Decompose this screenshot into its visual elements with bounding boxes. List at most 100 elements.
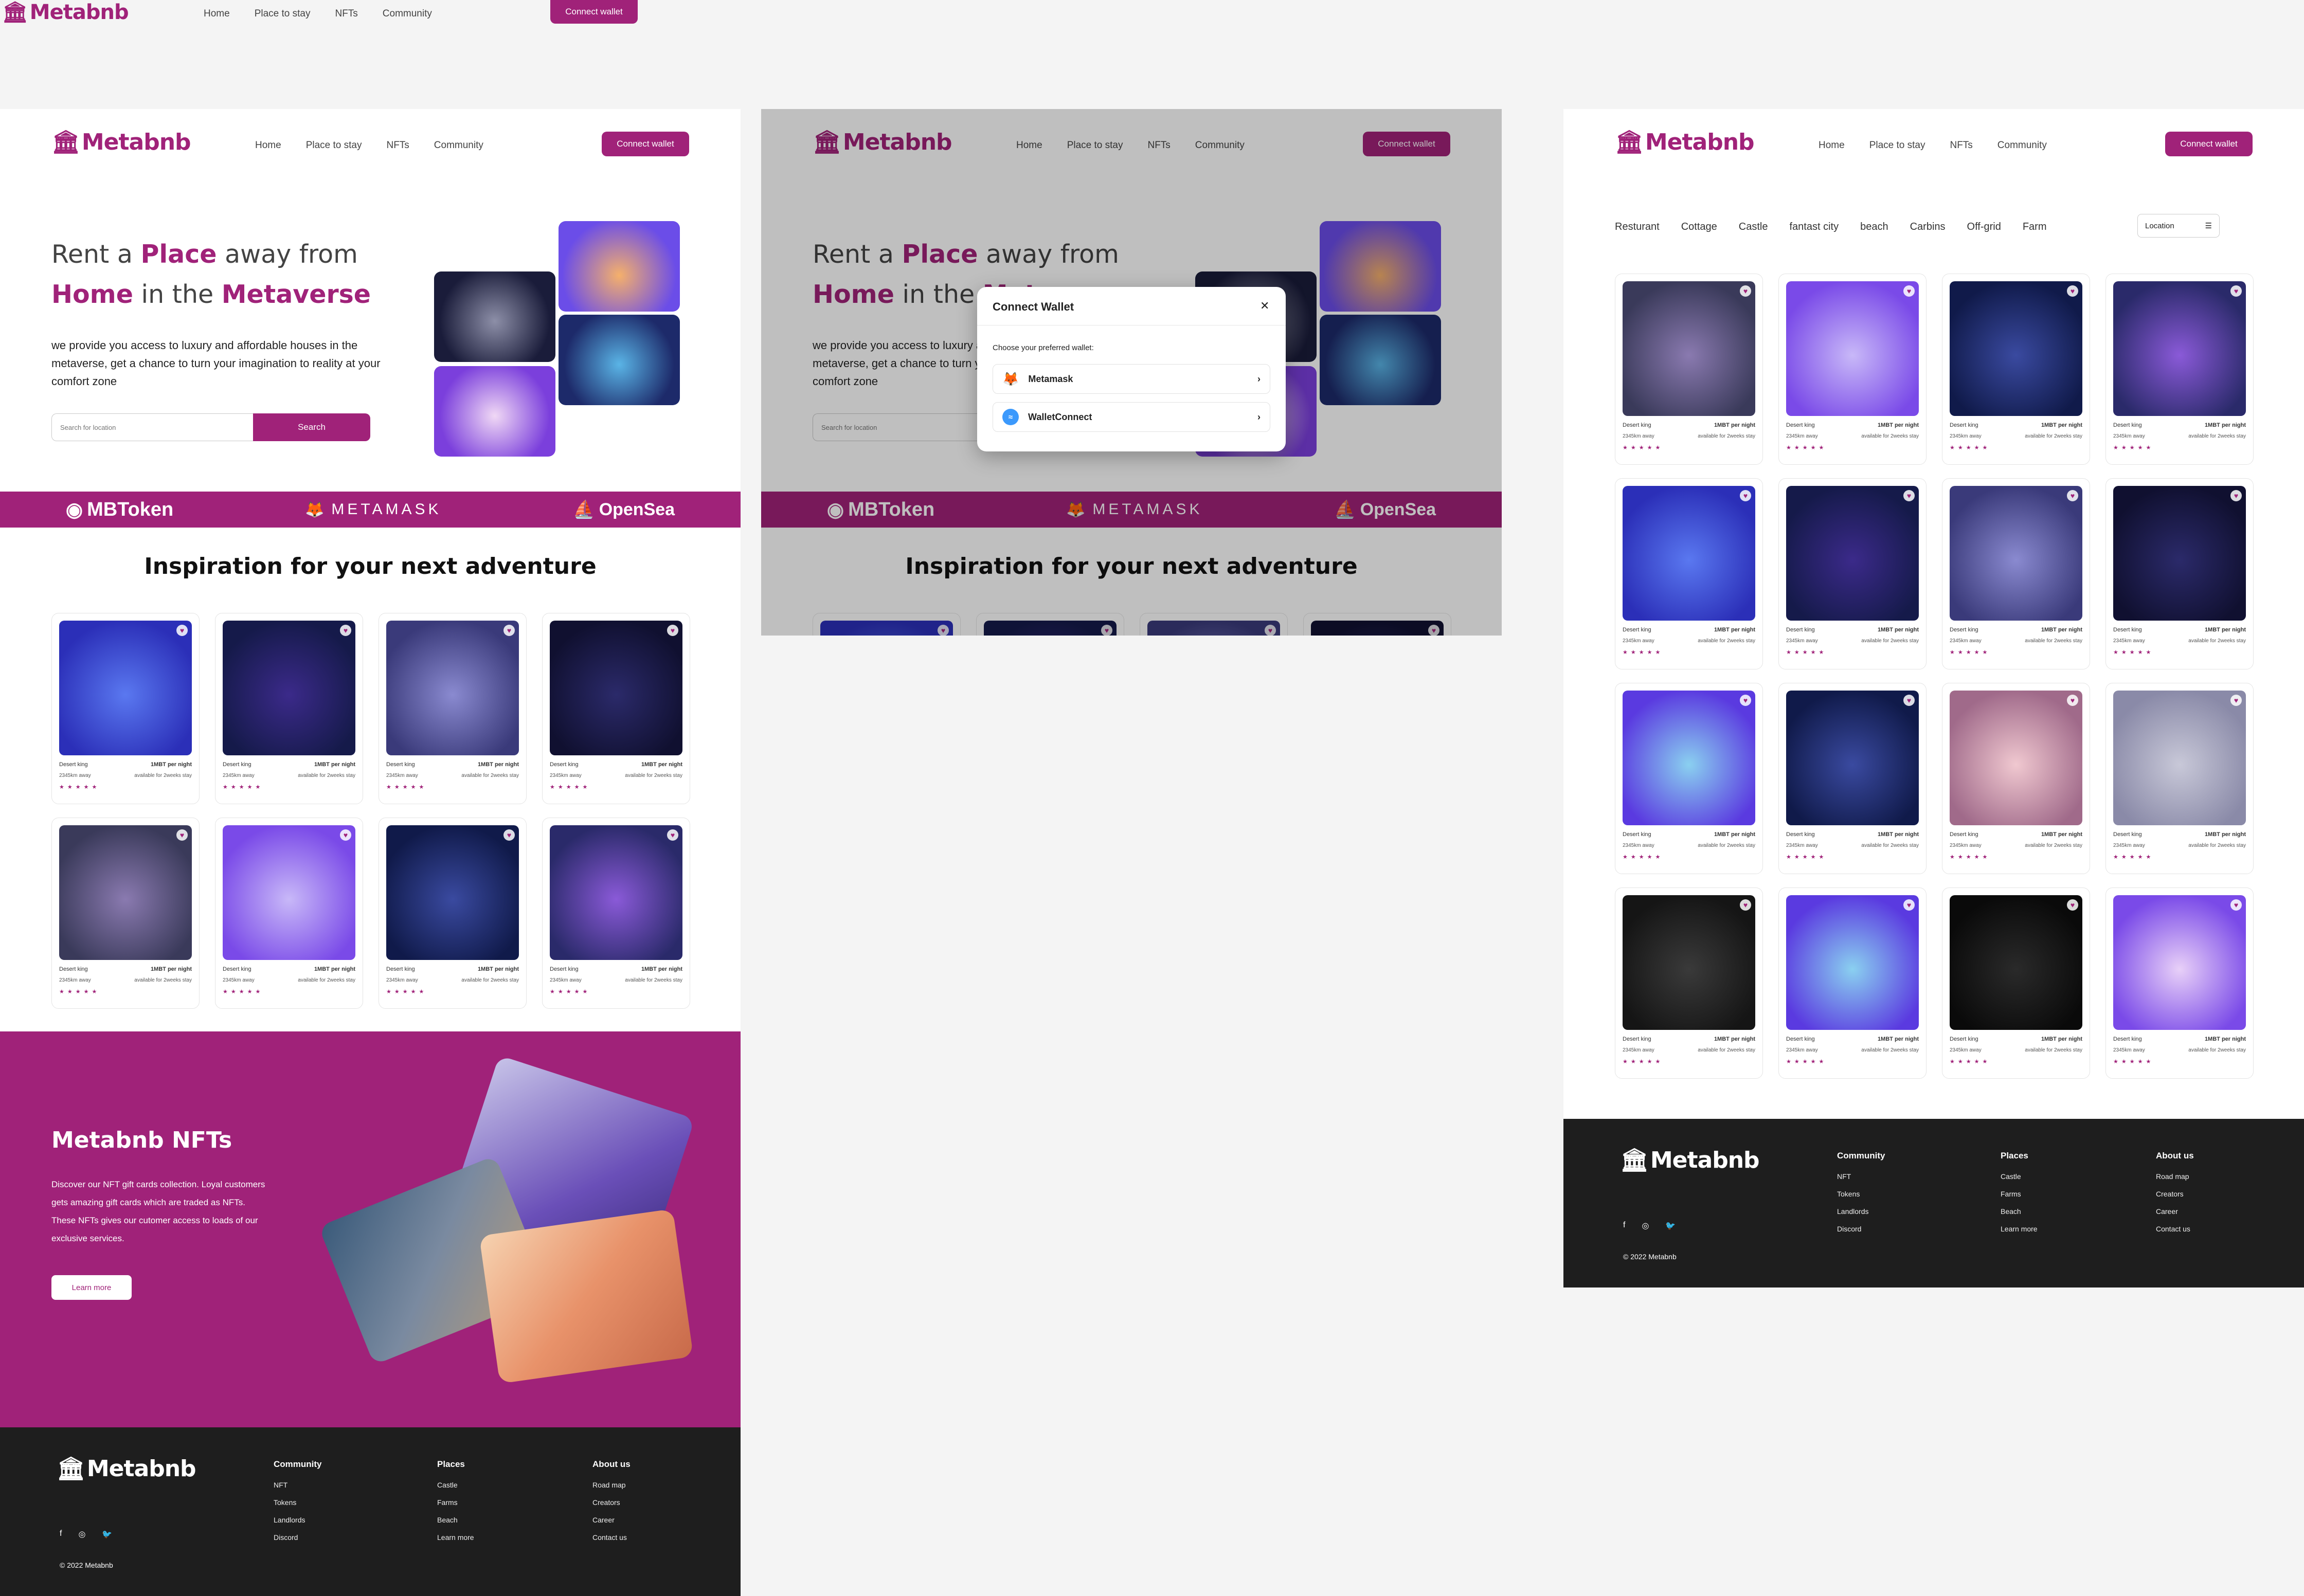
filter-off-grid[interactable]: Off-grid <box>1967 221 2001 233</box>
footer-link[interactable]: Career <box>592 1516 631 1524</box>
instagram-icon[interactable]: ◎ <box>78 1529 85 1539</box>
twitter-icon[interactable]: 🐦 <box>102 1529 112 1539</box>
nav-place-to-stay[interactable]: Place to stay <box>306 140 362 151</box>
heart-icon[interactable]: ♥ <box>667 625 678 636</box>
wallet-option-metamask[interactable]: 🦊 Metamask › <box>993 364 1270 394</box>
listing-card[interactable]: ♥ Desert king 1MBT per night 2345km away ava… <box>542 613 690 804</box>
nav-place-to-stay[interactable]: Place to stay <box>1869 140 1925 151</box>
footer-link[interactable]: Farms <box>437 1498 474 1507</box>
footer-link[interactable]: Creators <box>592 1498 631 1507</box>
heart-icon[interactable]: ♥ <box>1740 490 1751 501</box>
top-logo[interactable]: 🏛 Metabnb <box>2 0 129 25</box>
heart-icon[interactable]: ♥ <box>1740 695 1751 706</box>
instagram-icon[interactable]: ◎ <box>1642 1221 1649 1231</box>
listing-card[interactable]: ♥ Desert king 1MBT per night 2345km away ava… <box>1942 274 2090 465</box>
heart-icon[interactable]: ♥ <box>1903 490 1915 501</box>
footer-link[interactable]: Road map <box>2156 1172 2194 1181</box>
heart-icon[interactable]: ♥ <box>2067 490 2078 501</box>
filter-beach[interactable]: beach <box>1860 221 1888 233</box>
listing-card[interactable]: ♥ Desert king 1MBT per night 2345km away ava… <box>1942 478 2090 669</box>
listing-card[interactable]: ♥ Desert king 1MBT per night 2345km away ava… <box>1778 274 1927 465</box>
heart-icon[interactable]: ♥ <box>2067 899 2078 911</box>
filter-farm[interactable]: Farm <box>2023 221 2047 233</box>
connect-wallet-button[interactable]: Connect wallet <box>602 132 689 156</box>
listing-card[interactable]: ♥ Desert king 1MBT per night 2345km away ava… <box>542 818 690 1009</box>
logo[interactable]: 🏛 Metabnb <box>51 129 191 156</box>
heart-icon[interactable]: ♥ <box>667 829 678 841</box>
nav-community[interactable]: Community <box>434 140 483 151</box>
listing-card[interactable]: ♥ Desert king 1MBT per night 2345km away ava… <box>379 613 527 804</box>
nav-home[interactable]: Home <box>1819 140 1845 151</box>
heart-icon[interactable]: ♥ <box>1740 899 1751 911</box>
nav-nfts[interactable]: NFTs <box>335 8 357 20</box>
heart-icon[interactable]: ♥ <box>2230 285 2242 297</box>
listing-card[interactable]: ♥ Desert king 1MBT per night 2345km away ava… <box>2105 274 2254 465</box>
filter-resturant[interactable]: Resturant <box>1615 221 1660 233</box>
listing-card[interactable]: ♥ Desert king 1MBT per night 2345km away ava… <box>2105 478 2254 669</box>
footer-link[interactable]: NFT <box>274 1481 322 1489</box>
heart-icon[interactable]: ♥ <box>176 625 188 636</box>
learn-more-button[interactable]: Learn more <box>51 1275 132 1300</box>
nav-nfts[interactable]: NFTs <box>386 140 409 151</box>
footer-link[interactable]: Tokens <box>274 1498 322 1507</box>
heart-icon[interactable]: ♥ <box>176 829 188 841</box>
listing-card[interactable]: ♥ Desert king 1MBT per night 2345km away ava… <box>1778 887 1927 1079</box>
nav-nfts[interactable]: NFTs <box>1950 140 1972 151</box>
listing-card[interactable]: ♥ Desert king 1MBT per night 2345km away ava… <box>2105 683 2254 874</box>
listing-card[interactable]: ♥ Desert king 1MBT per night 2345km away ava… <box>1942 683 2090 874</box>
logo[interactable]: 🏛 Metabnb <box>1615 129 1755 156</box>
heart-icon[interactable]: ♥ <box>2230 899 2242 911</box>
listing-card[interactable]: ♥ Desert king 1MBT per night 2345km away ava… <box>51 613 200 804</box>
search-input[interactable] <box>51 413 253 441</box>
search-button[interactable]: Search <box>253 413 370 441</box>
footer-link[interactable]: Beach <box>2001 1207 2038 1216</box>
heart-icon[interactable]: ♥ <box>503 625 515 636</box>
heart-icon[interactable]: ♥ <box>2067 695 2078 706</box>
footer-link[interactable]: Discord <box>274 1533 322 1541</box>
heart-icon[interactable]: ♥ <box>2067 285 2078 297</box>
listing-card[interactable]: ♥ Desert king 1MBT per night 2345km away ava… <box>1615 478 1763 669</box>
listing-card[interactable]: ♥ Desert king 1MBT per night 2345km away ava… <box>1942 887 2090 1079</box>
nav-community[interactable]: Community <box>383 8 432 20</box>
listing-card[interactable]: ♥ Desert king 1MBT per night 2345km away ava… <box>215 818 363 1009</box>
footer-link[interactable]: Landlords <box>1837 1207 1885 1216</box>
listing-card[interactable]: ♥ Desert king 1MBT per night 2345km away ava… <box>1615 683 1763 874</box>
filter-fantast-city[interactable]: fantast city <box>1789 221 1839 233</box>
heart-icon[interactable]: ♥ <box>1903 899 1915 911</box>
heart-icon[interactable]: ♥ <box>1740 285 1751 297</box>
footer-link[interactable]: Career <box>2156 1207 2194 1216</box>
facebook-icon[interactable]: f <box>60 1529 62 1539</box>
close-icon[interactable]: ✕ <box>1260 299 1269 313</box>
listing-card[interactable]: ♥ Desert king 1MBT per night 2345km away ava… <box>51 818 200 1009</box>
heart-icon[interactable]: ♥ <box>1903 695 1915 706</box>
footer-link[interactable]: Tokens <box>1837 1190 1885 1198</box>
footer-link[interactable]: NFT <box>1837 1172 1885 1181</box>
twitter-icon[interactable]: 🐦 <box>1665 1221 1676 1231</box>
footer-link[interactable]: Learn more <box>437 1533 474 1541</box>
nav-home[interactable]: Home <box>255 140 281 151</box>
top-connect-button[interactable]: Connect wallet <box>550 0 638 24</box>
nav-community[interactable]: Community <box>1997 140 2047 151</box>
listing-card[interactable]: ♥ Desert king 1MBT per night 2345km away ava… <box>1778 478 1927 669</box>
footer-link[interactable]: Landlords <box>274 1516 322 1524</box>
filter-cottage[interactable]: Cottage <box>1681 221 1717 233</box>
facebook-icon[interactable]: f <box>1623 1221 1625 1231</box>
footer-link[interactable]: Learn more <box>2001 1225 2038 1233</box>
filter-carbins[interactable]: Carbins <box>1910 221 1946 233</box>
heart-icon[interactable]: ♥ <box>340 625 351 636</box>
wallet-option-walletconnect[interactable]: ≈ WalletConnect › <box>993 402 1270 432</box>
footer-link[interactable]: Beach <box>437 1516 474 1524</box>
filter-castle[interactable]: Castle <box>1739 221 1768 233</box>
footer-link[interactable]: Discord <box>1837 1225 1885 1233</box>
nav-home[interactable]: Home <box>204 8 230 20</box>
heart-icon[interactable]: ♥ <box>503 829 515 841</box>
footer-link[interactable]: Castle <box>2001 1172 2038 1181</box>
location-select[interactable]: Location ☰ <box>2137 214 2220 238</box>
heart-icon[interactable]: ♥ <box>2230 695 2242 706</box>
footer-link[interactable]: Contact us <box>592 1533 631 1541</box>
heart-icon[interactable]: ♥ <box>2230 490 2242 501</box>
footer-link[interactable]: Farms <box>2001 1190 2038 1198</box>
heart-icon[interactable]: ♥ <box>1903 285 1915 297</box>
listing-card[interactable]: ♥ Desert king 1MBT per night 2345km away ava… <box>1615 887 1763 1079</box>
listing-card[interactable]: ♥ Desert king 1MBT per night 2345km away ava… <box>1778 683 1927 874</box>
